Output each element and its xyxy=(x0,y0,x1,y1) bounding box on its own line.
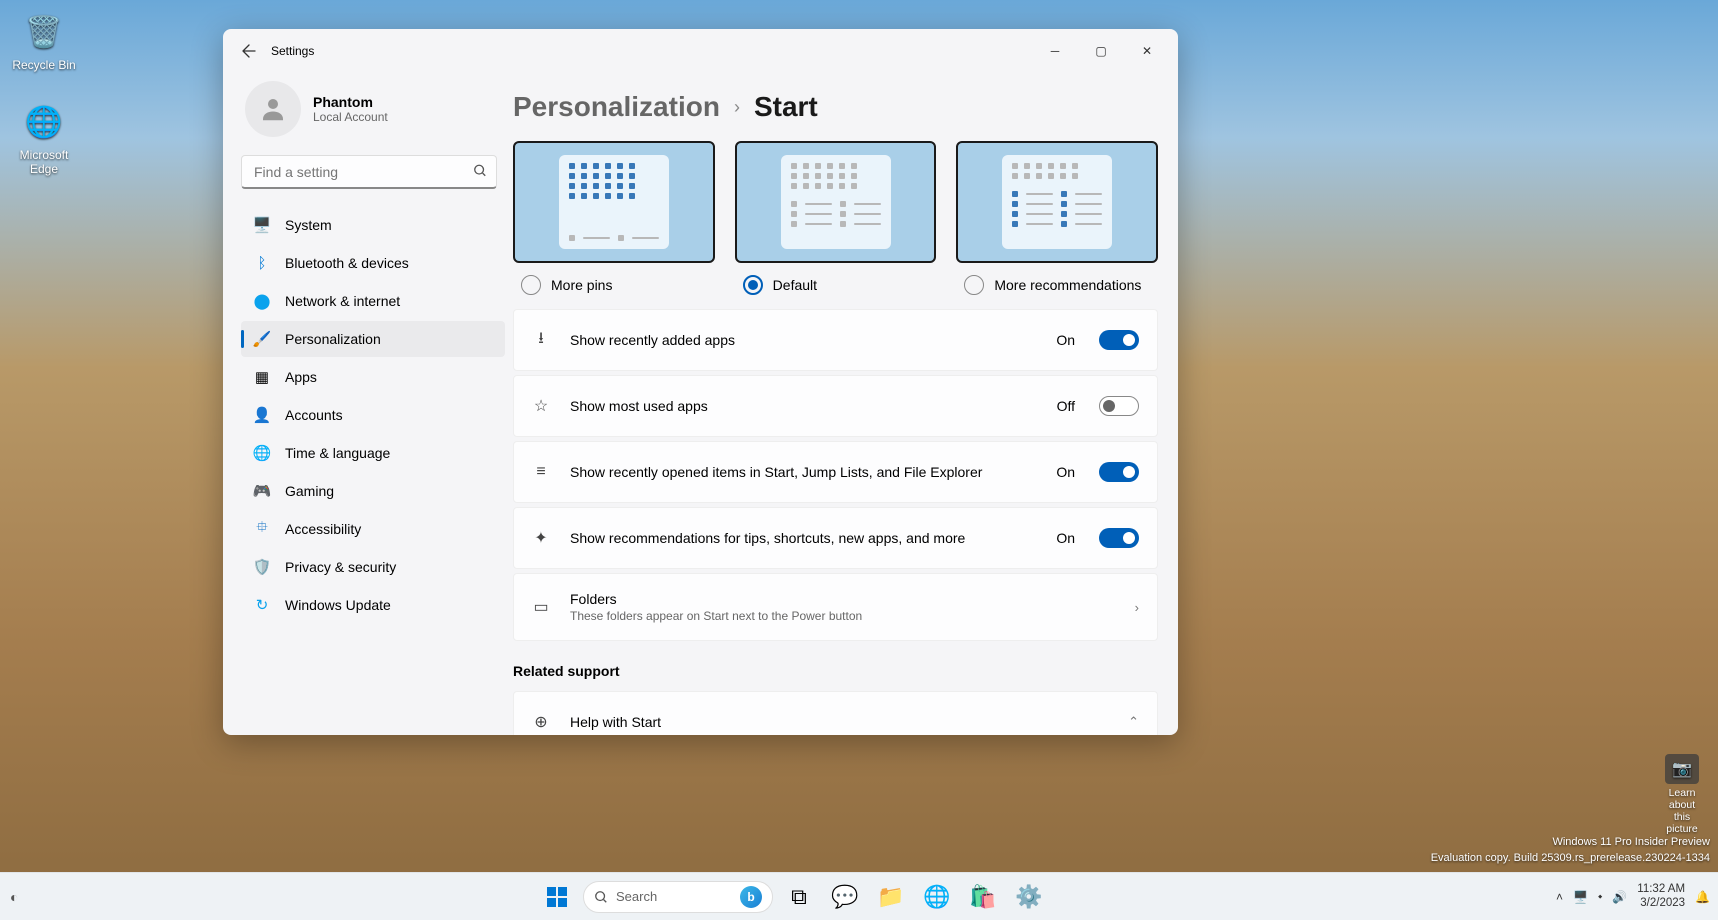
accessibility-icon: ⯐ xyxy=(253,520,271,538)
toggle-recently-added[interactable] xyxy=(1099,330,1139,350)
paintbrush-icon: 🖌️ xyxy=(253,330,271,348)
apps-icon: ▦ xyxy=(253,368,271,386)
nav-accessibility[interactable]: ⯐Accessibility xyxy=(241,511,505,547)
toggle-recent-items[interactable] xyxy=(1099,462,1139,482)
start-button[interactable] xyxy=(537,877,577,917)
tray-wifi-icon[interactable]: ⬩ xyxy=(1598,889,1602,904)
nav-list: 🖥️System ᛒBluetooth & devices ⬤Network &… xyxy=(241,207,505,623)
layout-options: More pins Default xyxy=(513,141,1158,295)
settings-button[interactable]: ⚙️ xyxy=(1009,877,1049,917)
task-view-button[interactable]: ⧉ xyxy=(779,877,819,917)
explorer-button[interactable]: 📁 xyxy=(871,877,911,917)
tray-chevron-icon[interactable]: ˄ xyxy=(1556,890,1563,904)
search-icon xyxy=(594,890,608,904)
avatar-icon xyxy=(245,81,301,137)
shield-icon: 🛡️ xyxy=(253,558,271,576)
help-with-start[interactable]: ⊕ Help with Start ⌃ xyxy=(513,691,1158,735)
tray-monitor-icon[interactable]: 🖥️ xyxy=(1573,890,1588,904)
globe-clock-icon: 🌐 xyxy=(253,444,271,462)
nav-apps[interactable]: ▦Apps xyxy=(241,359,505,395)
related-support-heading: Related support xyxy=(513,663,1158,679)
user-sub: Local Account xyxy=(313,110,388,124)
folder-icon: ▭ xyxy=(532,598,550,616)
taskbar-search[interactable]: Search b xyxy=(583,881,773,913)
layout-more-recs[interactable]: More recommendations xyxy=(956,141,1158,295)
update-icon: ↻ xyxy=(253,596,271,614)
chevron-right-icon: › xyxy=(1135,600,1139,615)
settings-window: Settings ─ ▢ ✕ Phantom Local Account xyxy=(223,29,1178,735)
sidebar: Phantom Local Account 🖥️System ᛒBluetoot… xyxy=(223,73,513,735)
layout-more-pins[interactable]: More pins xyxy=(513,141,715,295)
search-icon xyxy=(473,164,487,181)
search-input[interactable] xyxy=(241,155,497,189)
setting-recent-items: ≡ Show recently opened items in Start, J… xyxy=(513,441,1158,503)
radio-more-pins[interactable] xyxy=(521,275,541,295)
bing-icon: b xyxy=(740,886,762,908)
close-button[interactable]: ✕ xyxy=(1124,35,1170,67)
sparkle-icon: ✦ xyxy=(532,529,550,547)
back-arrow-icon xyxy=(241,43,257,59)
breadcrumb-parent[interactable]: Personalization xyxy=(513,91,720,123)
recycle-bin-icon: 🗑️ xyxy=(22,10,66,54)
window-title: Settings xyxy=(271,44,314,58)
setting-most-used: ☆ Show most used apps Off xyxy=(513,375,1158,437)
user-name: Phantom xyxy=(313,94,388,110)
breadcrumb-current: Start xyxy=(754,91,818,123)
edge-icon: 🌐 xyxy=(22,100,66,144)
download-icon: ⭳ xyxy=(532,331,550,349)
minimize-button[interactable]: ─ xyxy=(1032,35,1078,67)
watermark: Windows 11 Pro Insider Preview Evaluatio… xyxy=(1431,835,1710,866)
nav-personalization[interactable]: 🖌️Personalization xyxy=(241,321,505,357)
bluetooth-icon: ᛒ xyxy=(253,254,271,272)
widgets-button[interactable]: ◐ xyxy=(0,889,30,905)
tray-volume-icon[interactable]: 🔊 xyxy=(1612,890,1627,904)
maximize-button[interactable]: ▢ xyxy=(1078,35,1124,67)
toggle-most-used[interactable] xyxy=(1099,396,1139,416)
setting-folders[interactable]: ▭ Folders These folders appear on Start … xyxy=(513,573,1158,641)
titlebar: Settings ─ ▢ ✕ xyxy=(223,29,1178,73)
nav-update[interactable]: ↻Windows Update xyxy=(241,587,505,623)
user-block[interactable]: Phantom Local Account xyxy=(241,73,505,155)
search-box[interactable] xyxy=(241,155,497,189)
nav-gaming[interactable]: 🎮Gaming xyxy=(241,473,505,509)
spotlight-button[interactable]: 📷 Learn about this picture xyxy=(1658,754,1706,814)
nav-accounts[interactable]: 👤Accounts xyxy=(241,397,505,433)
nav-bluetooth[interactable]: ᛒBluetooth & devices xyxy=(241,245,505,281)
content: Personalization › Start More pins xyxy=(513,73,1178,735)
setting-recommendations: ✦ Show recommendations for tips, shortcu… xyxy=(513,507,1158,569)
chat-button[interactable]: 💬 xyxy=(825,877,865,917)
edge-button[interactable]: 🌐 xyxy=(917,877,957,917)
desktop-edge[interactable]: 🌐 Microsoft Edge xyxy=(6,100,82,176)
toggle-recommendations[interactable] xyxy=(1099,528,1139,548)
nav-system[interactable]: 🖥️System xyxy=(241,207,505,243)
radio-more-recs[interactable] xyxy=(964,275,984,295)
wifi-icon: ⬤ xyxy=(253,292,271,310)
chevron-up-icon: ⌃ xyxy=(1128,714,1139,730)
breadcrumb: Personalization › Start xyxy=(513,91,1158,123)
gamepad-icon: 🎮 xyxy=(253,482,271,500)
chevron-right-icon: › xyxy=(734,97,740,118)
radio-default[interactable] xyxy=(743,275,763,295)
back-button[interactable] xyxy=(231,33,267,69)
nav-time[interactable]: 🌐Time & language xyxy=(241,435,505,471)
setting-recently-added: ⭳ Show recently added apps On xyxy=(513,309,1158,371)
star-icon: ☆ xyxy=(532,397,550,415)
person-icon: 👤 xyxy=(253,406,271,424)
camera-icon: 📷 xyxy=(1665,754,1699,784)
nav-network[interactable]: ⬤Network & internet xyxy=(241,283,505,319)
nav-privacy[interactable]: 🛡️Privacy & security xyxy=(241,549,505,585)
notifications-icon[interactable]: 🔔 xyxy=(1695,890,1710,904)
desktop-recycle-bin[interactable]: 🗑️ Recycle Bin xyxy=(6,10,82,72)
list-icon: ≡ xyxy=(532,463,550,481)
taskbar-clock[interactable]: 11:32 AM 3/2/2023 xyxy=(1637,883,1685,911)
store-button[interactable]: 🛍️ xyxy=(963,877,1003,917)
layout-default[interactable]: Default xyxy=(735,141,937,295)
taskbar: ◐ Search b ⧉ 💬 📁 🌐 🛍️ ⚙️ ˄ 🖥️ ⬩ 🔊 11:32 … xyxy=(0,872,1718,920)
system-icon: 🖥️ xyxy=(253,216,271,234)
globe-icon: ⊕ xyxy=(532,713,550,731)
